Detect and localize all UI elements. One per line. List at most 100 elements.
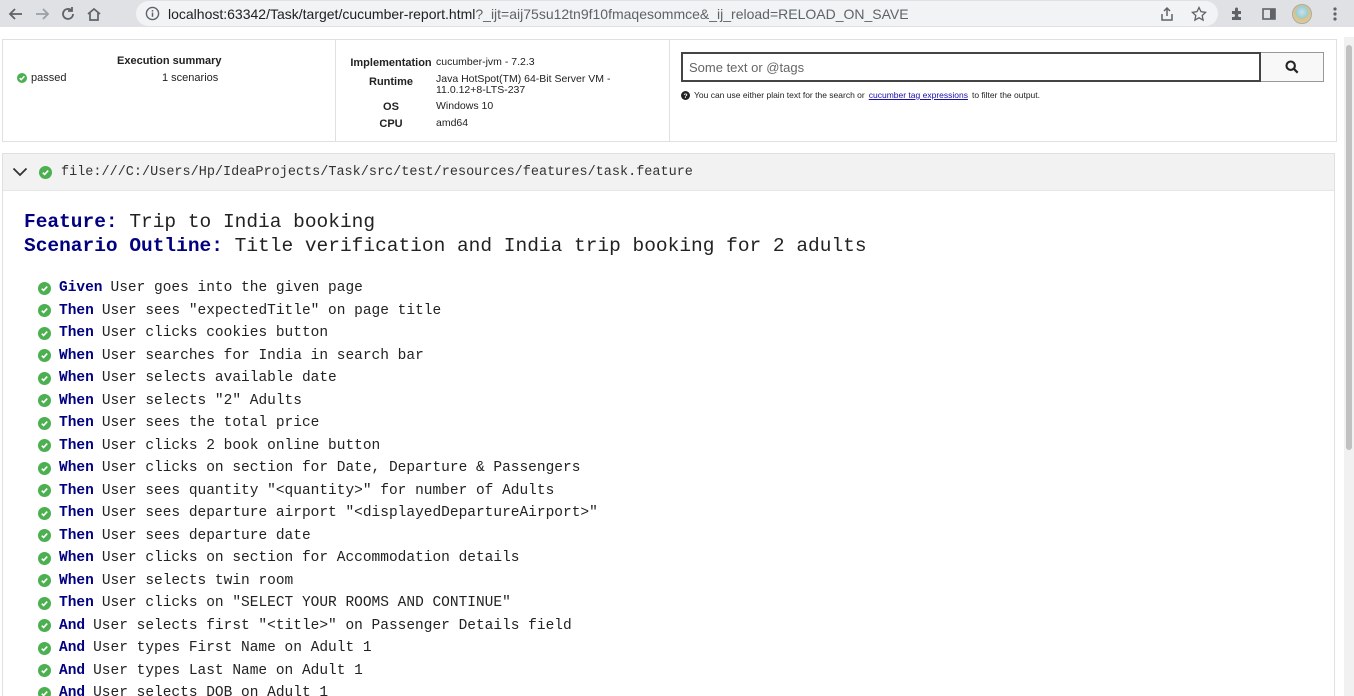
- env-key: OS: [383, 101, 399, 113]
- step-row: Then User clicks on "SELECT YOUR ROOMS AN…: [38, 592, 1334, 615]
- step-text: User types First Name on Adult 1: [93, 640, 372, 657]
- step-passed-check-icon: [38, 596, 51, 610]
- step-keyword: And: [59, 662, 86, 679]
- step-passed-check-icon: [38, 686, 51, 696]
- step-passed-check-icon: [38, 461, 51, 475]
- step-passed-check-icon: [38, 281, 51, 295]
- env-key: CPU: [379, 118, 403, 130]
- scenario-title: Scenario Outline: Title verification and…: [24, 234, 1334, 258]
- step-passed-check-icon: [38, 349, 51, 363]
- step-text: User types Last Name on Adult 1: [93, 662, 363, 679]
- step-keyword: And: [59, 617, 86, 634]
- env-value: Java HotSpot(TM) 64-Bit Server VM - 11.0…: [436, 73, 611, 96]
- search-help: ? You can use either plain text for the …: [681, 90, 1040, 100]
- environment-table: Implementation cucumber-jvm - 7.2.3 Runti…: [348, 56, 634, 131]
- share-icon[interactable]: [1158, 5, 1176, 23]
- address-url: localhost:63342/Task/target/cucumber-rep…: [168, 6, 909, 22]
- report-page: Execution summary passed 1 scenarios Imp…: [0, 37, 1344, 696]
- forward-icon[interactable]: [29, 1, 55, 27]
- step-row: Then User sees the total price: [38, 412, 1334, 435]
- chevron-down-icon[interactable]: [10, 162, 30, 182]
- step-row: When User searches for India in search ba…: [38, 345, 1334, 368]
- extensions-icon[interactable]: [1228, 5, 1246, 23]
- step-row: Then User sees "expectedTitle" on page ti…: [38, 300, 1334, 323]
- step-row: And User selects DOB on Adult 1: [38, 682, 1334, 696]
- scenario-count: 1 scenarios: [162, 72, 219, 84]
- help-question-icon: ?: [681, 90, 690, 100]
- reload-icon[interactable]: [55, 1, 81, 27]
- back-icon[interactable]: [3, 1, 29, 27]
- side-panel-icon[interactable]: [1260, 5, 1278, 23]
- step-passed-check-icon: [38, 416, 51, 430]
- tag-expressions-link[interactable]: cucumber tag expressions: [869, 90, 968, 100]
- step-passed-check-icon: [38, 641, 51, 655]
- url-query: ?_ijt=aij75su12tn9f10fmaqesommce&_ij_rel…: [475, 5, 909, 22]
- feature-passed-check-icon: [39, 165, 52, 179]
- search-button[interactable]: [1261, 52, 1324, 82]
- step-passed-check-icon: [38, 304, 51, 318]
- passed-status: passed: [17, 72, 66, 84]
- step-text: User clicks on "SELECT YOUR ROOMS AND CO…: [101, 595, 511, 612]
- step-row: When User selects available date: [38, 367, 1334, 390]
- step-passed-check-icon: [38, 439, 51, 453]
- step-row: When User selects "2" Adults: [38, 390, 1334, 413]
- step-keyword: Then: [59, 325, 94, 342]
- step-keyword: When: [59, 460, 94, 477]
- step-text: User searches for India in search bar: [101, 347, 424, 364]
- step-keyword: When: [59, 370, 94, 387]
- env-key: Implementation: [350, 57, 432, 69]
- passed-check-icon: [17, 73, 27, 83]
- scrollbar-thumb[interactable]: [1346, 45, 1352, 450]
- step-text: User selects "2" Adults: [101, 392, 302, 409]
- step-text: User clicks on section for Date, Departu…: [101, 460, 581, 477]
- step-passed-check-icon: [38, 371, 51, 385]
- step-row: Then User sees departure airport "<displa…: [38, 502, 1334, 525]
- feature-panel: file:///C:/Users/Hp/IdeaProjects/Task/sr…: [2, 153, 1335, 696]
- feature-header[interactable]: file:///C:/Users/Hp/IdeaProjects/Task/sr…: [3, 154, 1334, 191]
- step-text: User sees the total price: [101, 415, 320, 432]
- env-value: Windows 10: [436, 100, 494, 112]
- profile-avatar[interactable]: [1292, 3, 1312, 24]
- step-keyword: Then: [59, 527, 94, 544]
- step-row: When User selects twin room: [38, 570, 1334, 593]
- environment-info: Implementation cucumber-jvm - 7.2.3 Runti…: [336, 40, 670, 141]
- search-panel: ? You can use either plain text for the …: [670, 40, 1336, 141]
- execution-summary: Execution summary passed 1 scenarios: [3, 40, 336, 141]
- step-passed-check-icon: [38, 551, 51, 565]
- env-key: Runtime: [369, 76, 413, 88]
- bookmark-star-icon[interactable]: [1190, 5, 1208, 23]
- step-text: User clicks 2 book online button: [101, 437, 381, 454]
- menu-dots-icon[interactable]: [1326, 5, 1344, 23]
- address-bar[interactable]: localhost:63342/Task/target/cucumber-rep…: [136, 1, 1218, 26]
- env-row: CPU amd64: [348, 114, 634, 131]
- env-value: amd64: [436, 117, 469, 129]
- step-row: When User clicks on section for Accommoda…: [38, 547, 1334, 570]
- step-row: Then User sees quantity "<quantity>" for …: [38, 480, 1334, 503]
- step-row: Then User clicks 2 book online button: [38, 435, 1334, 458]
- page-scrollbar[interactable]: [1344, 37, 1354, 696]
- step-keyword: Then: [59, 415, 94, 432]
- browser-toolbar: localhost:63342/Task/target/cucumber-rep…: [0, 0, 1354, 27]
- search-form: [681, 52, 1324, 82]
- summary-panel: Execution summary passed 1 scenarios Imp…: [2, 39, 1337, 142]
- url-host-path: localhost:63342/Task/target/cucumber-rep…: [168, 5, 476, 22]
- step-text: User clicks on section for Accommodation…: [101, 550, 520, 567]
- step-passed-check-icon: [38, 664, 51, 678]
- search-input[interactable]: [681, 52, 1261, 82]
- step-keyword: Then: [59, 302, 94, 319]
- step-passed-check-icon: [38, 619, 51, 633]
- step-passed-check-icon: [38, 529, 51, 543]
- site-info-icon[interactable]: [144, 6, 160, 22]
- step-passed-check-icon: [38, 506, 51, 520]
- feature-title: Feature: Trip to India booking: [24, 210, 1334, 234]
- step-text: User sees "expectedTitle" on page title: [101, 302, 442, 319]
- step-text: User sees departure date: [101, 527, 311, 544]
- env-row: OS Windows 10: [348, 97, 634, 114]
- step-passed-check-icon: [38, 574, 51, 588]
- step-passed-check-icon: [38, 326, 51, 340]
- home-icon[interactable]: [81, 1, 107, 27]
- scenario-name: Title verification and India trip bookin…: [234, 235, 867, 257]
- search-icon: [1285, 60, 1299, 74]
- step-row: Given User goes into the given page: [38, 277, 1334, 300]
- feature-keyword: Feature:: [24, 211, 118, 233]
